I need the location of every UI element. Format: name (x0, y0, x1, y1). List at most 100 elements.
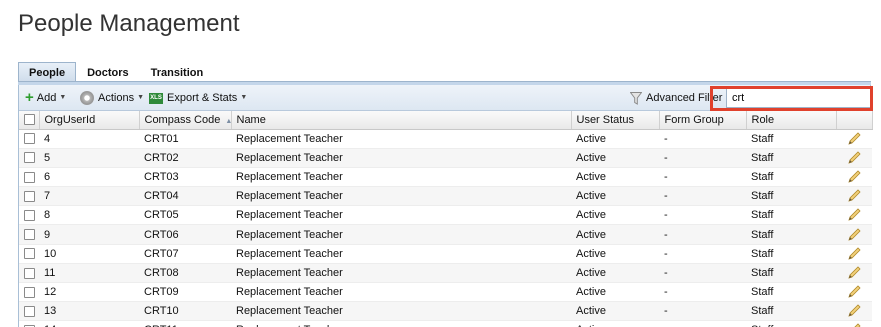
edit-cell[interactable] (836, 301, 872, 322)
chevron-down-icon: ▼ (59, 94, 67, 101)
edit-cell[interactable] (836, 167, 872, 188)
pencil-icon[interactable] (846, 247, 862, 261)
row-checkbox[interactable] (24, 171, 35, 183)
table-row[interactable]: 10 CRT07 Replacement Teacher Active - Staff (19, 244, 872, 264)
table-row[interactable]: 14CRT11Replacement TeacherActive-Staff (19, 320, 872, 327)
cell-name: Replacement Teacher (231, 129, 571, 149)
cell-form-group: - (659, 167, 746, 188)
row-checkbox[interactable] (24, 133, 35, 145)
row-checkbox[interactable] (24, 152, 35, 164)
table-row[interactable]: 4 CRT01 Replacement Teacher Active - Staff (19, 129, 872, 149)
pencil-icon[interactable] (846, 170, 862, 184)
column-header-role[interactable]: Role (746, 111, 837, 130)
row-checkbox[interactable] (24, 229, 35, 241)
tab-transition[interactable]: Transition (139, 62, 215, 82)
cell-name: Replacement Teacher (231, 282, 571, 303)
cell-compass-code: CRT11 (139, 320, 231, 327)
table-row[interactable]: 6 CRT03 Replacement Teacher Active - Staff (19, 167, 872, 188)
cell-name: Replacement Teacher (231, 167, 571, 188)
select-all-header[interactable] (19, 111, 40, 130)
cell-user-status: Active (571, 186, 659, 207)
table-row[interactable]: 8 CRT05 Replacement Teacher Active - Staff (19, 205, 872, 226)
edit-cell[interactable] (836, 186, 872, 207)
cell-name: Replacement Teacher (231, 320, 571, 327)
row-select-cell[interactable] (19, 263, 39, 284)
cell-role: Staff (746, 205, 836, 226)
pencil-icon[interactable] (846, 151, 862, 165)
tab-people[interactable]: People (18, 62, 77, 82)
cell-compass-code: CRT03 (139, 167, 231, 188)
cell-form-group: - (659, 282, 746, 303)
pencil-icon[interactable] (846, 227, 862, 242)
row-checkbox[interactable] (24, 248, 35, 260)
pencil-icon[interactable] (846, 132, 862, 146)
row-select-cell[interactable] (19, 129, 39, 149)
pencil-icon[interactable] (846, 189, 862, 203)
tab-bar: People Doctors Transition (18, 62, 215, 82)
table-row[interactable]: 9 CRT06 Replacement Teacher Active - Staff (19, 224, 872, 245)
cell-user-status: Active (571, 282, 659, 303)
row-select-cell[interactable] (19, 301, 39, 322)
pencil-icon[interactable] (846, 323, 862, 327)
select-all-checkbox[interactable] (24, 114, 35, 126)
pencil-icon[interactable] (846, 304, 862, 318)
row-select-cell[interactable] (19, 186, 39, 207)
column-header-compass-code[interactable]: Compass Code ▲ (139, 111, 232, 130)
pencil-icon[interactable] (846, 266, 862, 280)
export-label: Export & Stats (167, 92, 238, 104)
cell-compass-code: CRT02 (139, 148, 231, 168)
cell-form-group: - (659, 301, 746, 322)
row-checkbox[interactable] (24, 305, 35, 317)
row-select-cell[interactable] (19, 224, 39, 245)
search-input[interactable] (726, 88, 872, 108)
row-checkbox[interactable] (24, 286, 35, 298)
pencil-icon[interactable] (846, 208, 862, 222)
column-header-orguserid[interactable]: OrgUserId (39, 111, 140, 130)
edit-cell[interactable] (836, 282, 872, 303)
edit-cell[interactable] (836, 129, 872, 149)
row-select-cell[interactable] (19, 244, 39, 264)
page-title: People Management (18, 10, 240, 37)
column-header-user-status[interactable]: User Status (571, 111, 660, 130)
column-header-form-group[interactable]: Form Group (659, 111, 747, 130)
add-button[interactable]: + Add ▼ (25, 90, 67, 105)
row-select-cell[interactable] (19, 282, 39, 303)
table-row[interactable]: 12 CRT09 Replacement Teacher Active - Staff (19, 282, 872, 303)
row-checkbox[interactable] (24, 267, 35, 279)
table-row[interactable]: 11 CRT08 Replacement Teacher Active - Staff (19, 263, 872, 284)
row-select-cell[interactable] (19, 205, 39, 226)
cell-form-group: - (659, 205, 746, 226)
cell-user-status: Active (571, 129, 659, 149)
pencil-icon[interactable] (846, 285, 862, 299)
people-table: OrgUserId Compass Code ▲ Name User Status… (19, 111, 873, 327)
cell-role: Staff (746, 263, 836, 284)
table-header-row: OrgUserId Compass Code ▲ Name User Status… (19, 111, 873, 130)
cell-name: Replacement Teacher (231, 244, 571, 264)
actions-button[interactable]: Actions ▼ (80, 91, 144, 105)
row-select-cell[interactable] (19, 148, 39, 168)
cell-orguserid: 14 (39, 320, 139, 327)
edit-cell[interactable] (836, 244, 872, 264)
edit-cell[interactable] (836, 224, 872, 245)
table-row[interactable]: 7 CRT04 Replacement Teacher Active - Staff (19, 186, 872, 207)
column-header-name[interactable]: Name (231, 111, 572, 130)
row-checkbox[interactable] (24, 190, 35, 202)
cell-orguserid: 4 (39, 129, 139, 149)
row-checkbox[interactable] (24, 209, 35, 221)
advanced-filter-button[interactable]: Advanced Filter (630, 91, 722, 105)
compass-code-label: Compass Code (144, 113, 221, 126)
edit-cell[interactable] (836, 205, 872, 226)
edit-cell[interactable] (836, 148, 872, 168)
table-row[interactable]: 5 CRT02 Replacement Teacher Active - Staff (19, 148, 872, 168)
cell-orguserid: 6 (39, 167, 139, 188)
edit-cell[interactable] (836, 320, 872, 327)
cell-form-group: - (659, 224, 746, 245)
export-stats-button[interactable]: XLS Export & Stats ▼ (149, 91, 247, 105)
row-select-cell[interactable] (19, 320, 39, 327)
row-select-cell[interactable] (19, 167, 39, 188)
cell-name: Replacement Teacher (231, 263, 571, 284)
edit-cell[interactable] (836, 263, 872, 284)
table-row[interactable]: 13 CRT10 Replacement Teacher Active - Staff (19, 301, 872, 322)
tab-doctors[interactable]: Doctors (76, 62, 140, 82)
cell-user-status: Active (571, 244, 659, 264)
